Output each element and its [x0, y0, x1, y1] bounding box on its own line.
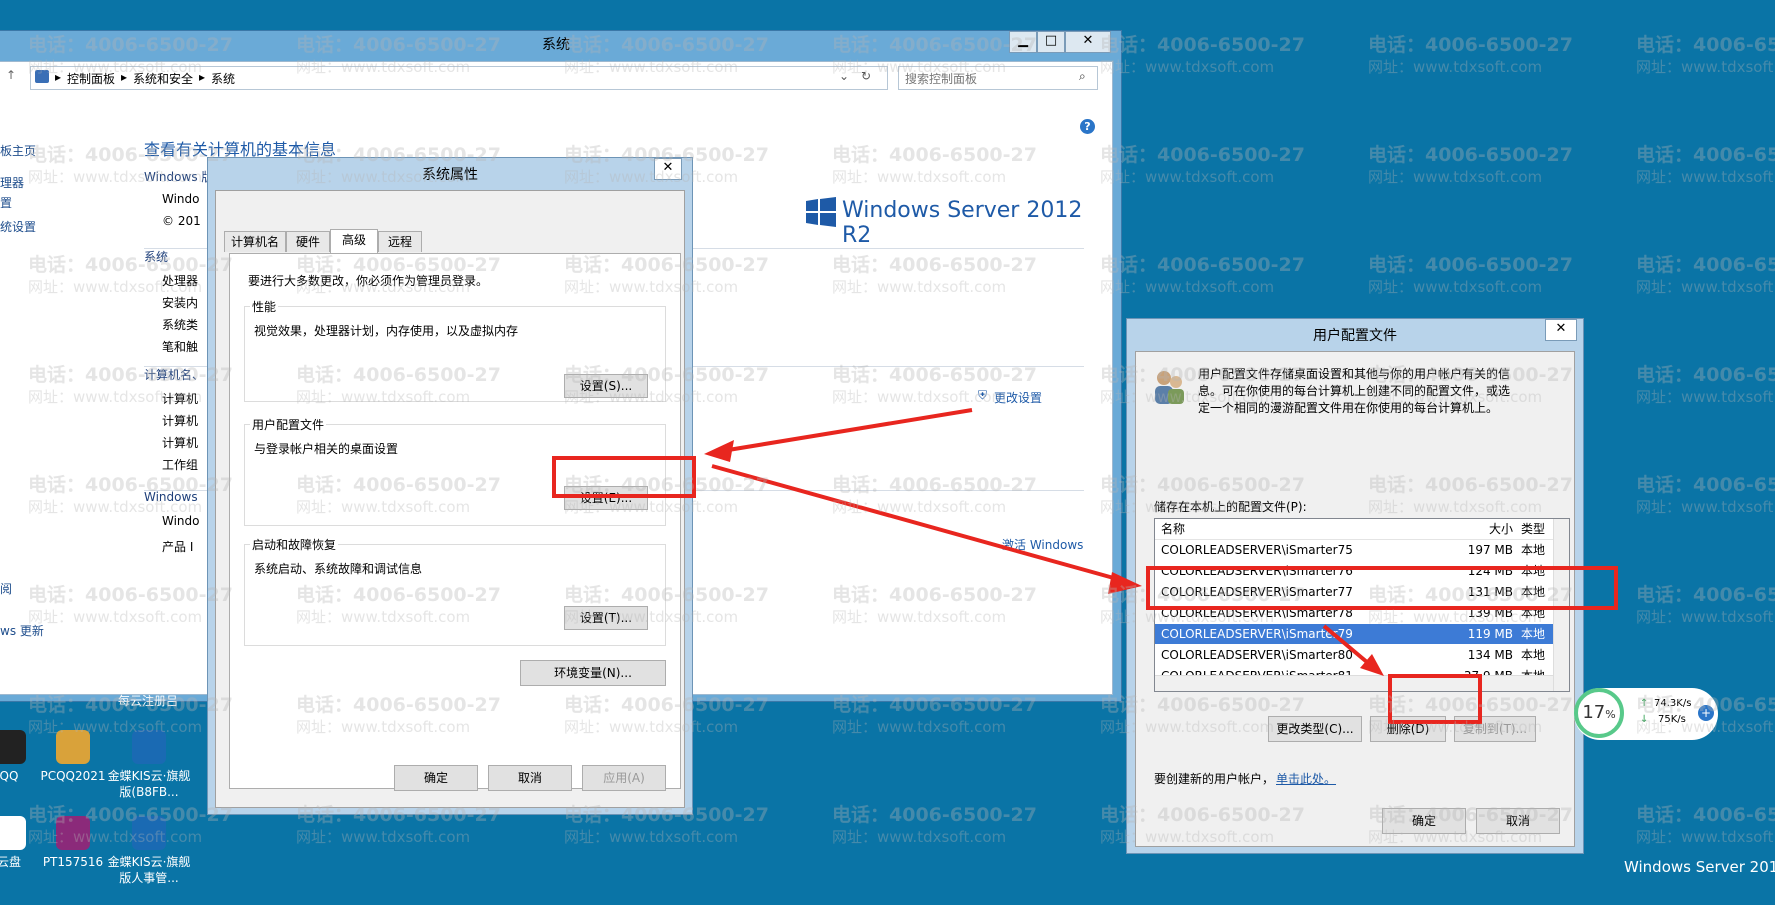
cpu-percent: 17: [1582, 702, 1606, 723]
arrow-line: [711, 464, 1129, 584]
annotation-arrows: [704, 408, 1384, 676]
upload-speed: 74.3K/s: [1654, 698, 1692, 709]
kis-icon: [132, 730, 166, 764]
archive-icon: [56, 816, 90, 850]
download-arrow-icon: ↓: [1640, 714, 1649, 725]
desktop-icon-label: PCQQ2021: [40, 769, 106, 783]
cloud-disk-icon: [0, 816, 26, 850]
arrow-head-icon: [704, 440, 734, 462]
arrow-head-icon: [1108, 572, 1142, 594]
desktop-icon-label: QQ: [0, 769, 19, 783]
plus-icon[interactable]: +: [1698, 705, 1714, 721]
desktop-icon-label: 云盘: [0, 855, 21, 869]
network-monitor[interactable]: 17% ↑ 74.3K/s ↓ 75K/s +: [1574, 688, 1718, 740]
desktop-icon-label: 金蝶KIS云·旗舰版(B8FB...: [107, 769, 191, 799]
cpu-gauge: 17%: [1574, 688, 1624, 738]
qq-icon: [0, 730, 26, 764]
desktop-icon-label: 金蝶KIS云·旗舰版人事管...: [107, 855, 191, 885]
os-label: Windows Server 2012: [1624, 858, 1775, 876]
arrow-line: [715, 408, 973, 454]
cpu-unit: %: [1605, 708, 1616, 721]
desktop-icon-kis-hr[interactable]: 金蝶KIS云·旗舰版人事管...: [104, 816, 194, 886]
desktop-icon-kis[interactable]: 金蝶KIS云·旗舰版(B8FB...: [104, 730, 194, 800]
upload-arrow-icon: ↑: [1640, 698, 1649, 709]
desktop-partial-label: 每云注册吕: [118, 694, 179, 708]
desktop-icon-label: PT157516: [42, 855, 104, 869]
kis-icon: [132, 816, 166, 850]
download-speed: 75K/s: [1658, 714, 1686, 725]
qq-icon: [56, 730, 90, 764]
